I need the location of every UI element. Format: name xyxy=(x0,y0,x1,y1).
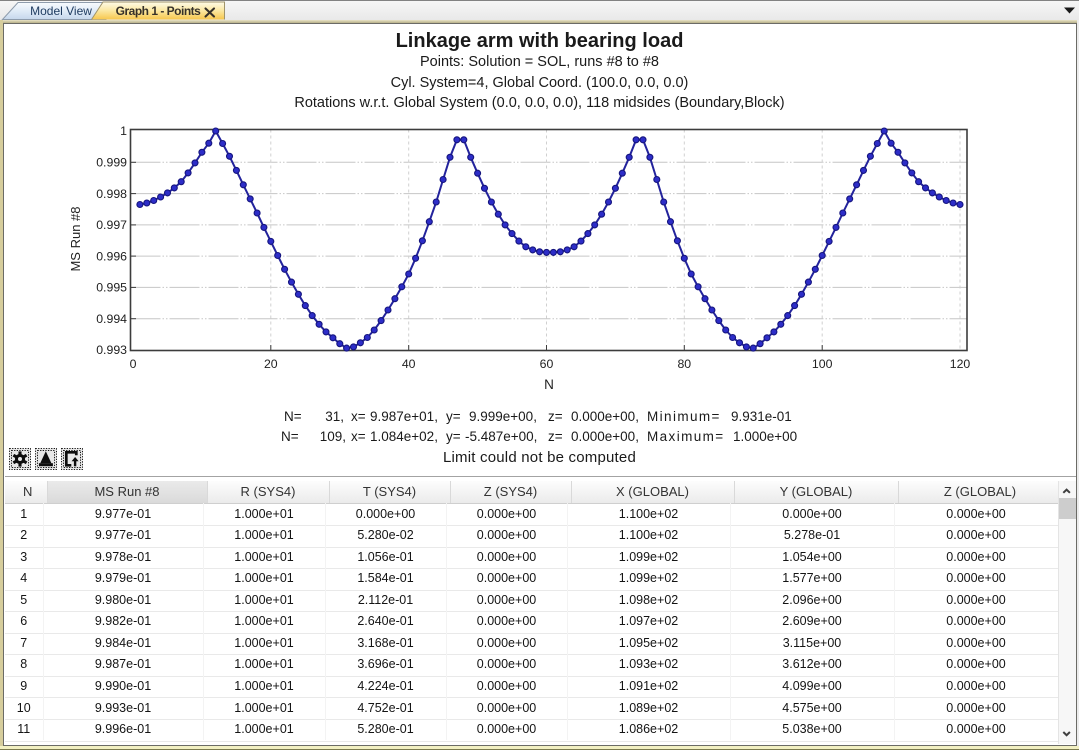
svg-text:0.995: 0.995 xyxy=(96,281,127,295)
svg-text:80: 80 xyxy=(677,357,691,371)
svg-text:1: 1 xyxy=(120,124,127,138)
svg-text:100: 100 xyxy=(812,357,833,371)
svg-text:0.994: 0.994 xyxy=(96,312,127,326)
svg-text:60: 60 xyxy=(540,357,554,371)
svg-text:N: N xyxy=(544,377,554,392)
svg-text:0.993: 0.993 xyxy=(96,343,127,357)
svg-text:40: 40 xyxy=(402,357,416,371)
svg-text:0.996: 0.996 xyxy=(96,249,127,263)
svg-text:120: 120 xyxy=(950,357,971,371)
svg-text:0: 0 xyxy=(130,357,137,371)
svg-text:MS Run #8: MS Run #8 xyxy=(68,206,83,271)
svg-text:0.998: 0.998 xyxy=(96,187,127,201)
svg-text:0.997: 0.997 xyxy=(96,218,127,232)
svg-text:20: 20 xyxy=(264,357,278,371)
svg-text:0.999: 0.999 xyxy=(96,156,127,170)
